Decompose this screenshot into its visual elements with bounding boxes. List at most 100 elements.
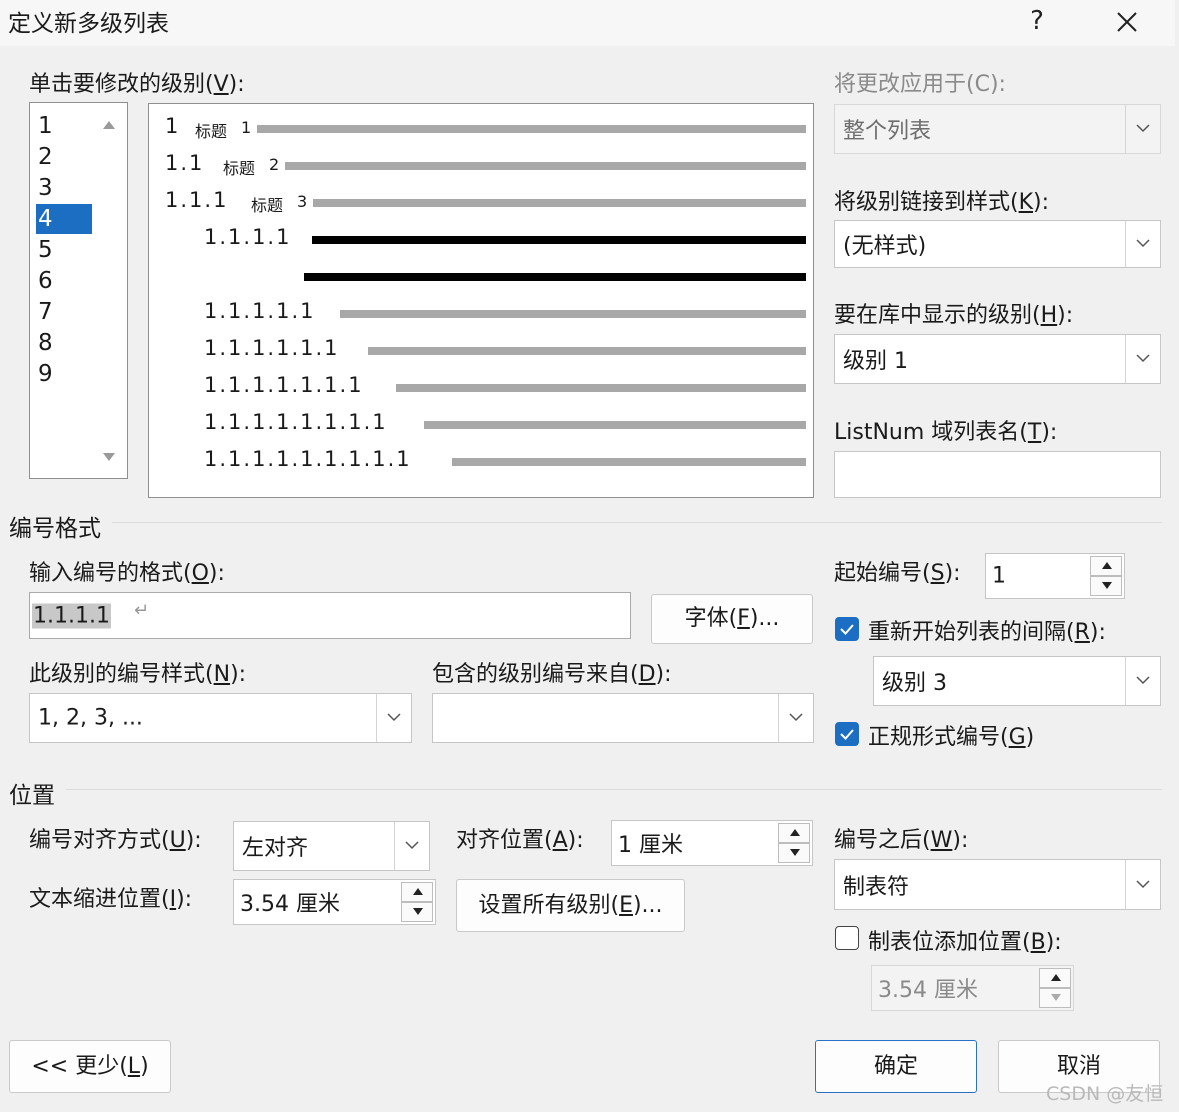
follow-number-select[interactable]: 制表符 (834, 859, 1161, 910)
dialog-title: 定义新多级列表 (8, 11, 169, 37)
preview-text-bar (257, 125, 806, 133)
checkmark-icon (840, 729, 854, 740)
numbering-section-title: 编号格式 (9, 516, 101, 542)
close-button[interactable] (1092, 2, 1162, 42)
level-listbox[interactable]: 123456789 (29, 102, 128, 479)
chevron-down-icon (789, 713, 803, 722)
preview-level-number: 1 (241, 118, 252, 137)
chevron-down-icon (405, 841, 419, 850)
spin-up-button[interactable] (1039, 968, 1071, 988)
level-item[interactable]: 8 (36, 328, 92, 358)
spin-down-button[interactable] (1039, 988, 1071, 1008)
restart-level-select[interactable]: 级别 3 (873, 656, 1161, 706)
spin-down-button[interactable] (401, 902, 433, 922)
preview-number: 1.1.1.1.1 (204, 299, 316, 323)
ok-button[interactable]: 确定 (815, 1040, 977, 1093)
dropdown-chevron (1125, 221, 1160, 267)
apply-to-select[interactable]: 整个列表 (834, 104, 1161, 154)
triangle-up-icon (1102, 562, 1112, 569)
restart-checkbox[interactable] (835, 617, 859, 641)
preview-text-bar (304, 273, 806, 281)
align-at-spinner[interactable]: 1 厘米 (611, 820, 813, 866)
level-item[interactable]: 2 (36, 142, 92, 172)
preview-text-bar (368, 347, 806, 355)
dropdown-chevron (1125, 860, 1160, 909)
level-item[interactable]: 1 (36, 111, 92, 141)
level-item[interactable]: 5 (36, 235, 92, 265)
preview-text-bar (452, 458, 806, 466)
apply-to-label: 将更改应用于(C): (834, 72, 1006, 97)
tab-add-checkbox[interactable] (835, 926, 859, 950)
spin-up-button[interactable] (778, 823, 810, 843)
triangle-down-icon (1102, 582, 1112, 589)
gallery-level-label: 要在库中显示的级别(H): (834, 303, 1074, 328)
level-item[interactable]: 4 (36, 204, 92, 234)
section-divider (112, 522, 1162, 523)
triangle-down-icon (1051, 994, 1061, 1001)
tab-add-spinner[interactable]: 3.54 厘米 (871, 965, 1074, 1011)
level-scrollbar[interactable] (93, 107, 123, 474)
legal-numbering-checkbox[interactable] (835, 722, 859, 746)
include-level-label: 包含的级别编号来自(D): (432, 662, 672, 687)
include-level-select[interactable] (432, 693, 814, 743)
spin-up-button[interactable] (1090, 556, 1122, 576)
preview-text-bar (312, 236, 806, 244)
align-at-label: 对齐位置(A): (456, 828, 584, 853)
spin-down-button[interactable] (778, 843, 810, 863)
chevron-down-icon (1136, 124, 1150, 133)
set-all-levels-button[interactable]: 设置所有级别(E)... (456, 879, 685, 932)
number-style-label: 此级别的编号样式(N): (29, 662, 247, 687)
chevron-down-icon (387, 713, 401, 722)
triangle-up-icon (1051, 974, 1061, 981)
level-item[interactable]: 9 (36, 359, 92, 389)
format-input[interactable]: 1.1.1.1 ↵ (29, 592, 631, 639)
spin-down-button[interactable] (1090, 576, 1122, 596)
chevron-down-icon (1136, 354, 1150, 363)
paragraph-mark-icon: ↵ (134, 600, 150, 621)
spin-up-button[interactable] (401, 882, 433, 902)
legal-numbering-label: 正规形式编号(G) (868, 725, 1035, 750)
align-label: 编号对齐方式(U): (29, 828, 202, 853)
preview-style-name: 标题 (195, 122, 228, 141)
preview-text-bar (313, 199, 806, 207)
listnum-input[interactable] (834, 451, 1161, 498)
link-style-select[interactable]: (无样式) (834, 220, 1161, 268)
start-at-label: 起始编号(S): (834, 561, 961, 586)
dropdown-chevron (376, 694, 411, 742)
section-divider (66, 789, 1162, 790)
tab-add-label: 制表位添加位置(B): (868, 930, 1062, 955)
preview-text-bar (340, 310, 806, 318)
font-button[interactable]: 字体(F)... (651, 594, 813, 644)
align-select[interactable]: 左对齐 (233, 821, 430, 871)
help-button[interactable]: ? (1002, 2, 1072, 42)
level-item[interactable]: 7 (36, 297, 92, 327)
gallery-level-select[interactable]: 级别 1 (834, 334, 1161, 384)
preview-number: 1.1.1.1 (204, 225, 292, 249)
preview-level-number: 2 (269, 155, 280, 174)
number-style-select[interactable]: 1, 2, 3, ... (29, 693, 412, 743)
chevron-down-icon (1136, 676, 1150, 685)
dropdown-chevron (778, 694, 813, 742)
preview-text-bar (424, 421, 806, 429)
level-item[interactable]: 6 (36, 266, 92, 296)
dropdown-chevron (394, 822, 429, 870)
preview-style-name: 标题 (223, 159, 256, 178)
chevron-down-icon (1136, 239, 1150, 248)
indent-spinner[interactable]: 3.54 厘米 (233, 879, 436, 925)
preview-number: 1.1.1.1.1.1 (204, 336, 340, 360)
format-label: 输入编号的格式(O): (29, 561, 225, 586)
scroll-up-icon[interactable] (103, 121, 115, 129)
preview-text-bar (285, 162, 806, 170)
chevron-down-icon (1136, 879, 1150, 888)
preview-number: 1.1.1.1.1.1.1.1 (204, 410, 388, 434)
title-bar (0, 0, 1175, 46)
less-button[interactable]: << 更少(L) (9, 1040, 171, 1093)
start-at-spinner[interactable]: 1 (985, 553, 1125, 599)
scroll-down-icon[interactable] (103, 453, 115, 461)
triangle-up-icon (790, 829, 800, 836)
checkmark-icon (840, 624, 854, 635)
preview-number: 1.1.1.1.1.1.1.1.1 (204, 447, 412, 471)
levels-label: 单击要修改的级别(V): (29, 72, 245, 97)
indent-label: 文本缩进位置(I): (29, 887, 193, 912)
level-item[interactable]: 3 (36, 173, 92, 203)
